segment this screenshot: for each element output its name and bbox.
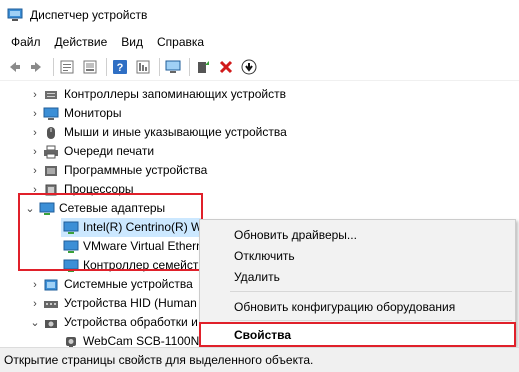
menu-bar: Файл Действие Вид Справка: [0, 31, 519, 53]
imaging-device-icon: [45, 319, 57, 328]
menu-separator: [230, 320, 512, 321]
back-arrow-icon[interactable]: [4, 57, 24, 77]
chevron-right-icon[interactable]: ›: [29, 104, 41, 123]
toolbar-separator: [53, 57, 54, 76]
tree-item-label: Очереди печати: [64, 144, 155, 158]
chevron-right-icon[interactable]: ›: [29, 275, 41, 294]
device-view-icon[interactable]: [80, 57, 100, 77]
tree-item-imaging-devices[interactable]: ⌄ Устройства обработки и: [0, 313, 199, 332]
software-device-icon: [45, 165, 57, 176]
monitor-icon[interactable]: [163, 57, 183, 77]
menu-view[interactable]: Вид: [114, 32, 150, 52]
tree-item-label: Программные устройства: [64, 163, 208, 177]
highlight-frame-network-adapters: [18, 193, 203, 271]
tree-item-label: Системные устройства: [64, 277, 193, 291]
tree-item-mice[interactable]: › Мыши и иные указывающие устройства: [0, 123, 519, 142]
uninstall-icon[interactable]: [216, 57, 236, 77]
status-text: Открытие страницы свойств для выделенног…: [4, 353, 314, 367]
printer-icon: [44, 145, 58, 158]
tree-item-hid-devices[interactable]: › Устройства HID (Human: [0, 294, 199, 313]
mouse-icon: [47, 126, 55, 139]
chevron-right-icon[interactable]: ›: [29, 142, 41, 161]
help-icon[interactable]: ?: [110, 57, 130, 77]
tree-item-storage-controllers[interactable]: › Контроллеры запоминающих устройств: [0, 85, 519, 104]
tree-item-label: Устройства HID (Human: [64, 296, 197, 310]
storage-controller-icon: [45, 90, 57, 99]
menu-item-uninstall[interactable]: Удалить: [201, 266, 514, 288]
title-bar: Диспетчер устройств: [0, 0, 519, 31]
menu-action[interactable]: Действие: [48, 32, 115, 52]
chevron-right-icon[interactable]: ›: [29, 85, 41, 104]
resources-icon[interactable]: [133, 57, 153, 77]
chevron-down-icon[interactable]: ⌄: [29, 313, 41, 332]
device-manager-icon: [7, 8, 23, 21]
scan-hardware-icon[interactable]: [239, 57, 259, 77]
chevron-right-icon[interactable]: ›: [29, 161, 41, 180]
hid-device-icon: [44, 300, 58, 308]
highlight-frame-properties: [199, 322, 516, 347]
menu-item-update-drivers[interactable]: Обновить драйверы...: [201, 224, 514, 246]
chevron-right-icon[interactable]: ›: [29, 123, 41, 142]
window-title: Диспетчер устройств: [30, 8, 148, 22]
status-bar: Открытие страницы свойств для выделенног…: [0, 347, 519, 372]
system-device-icon: [44, 279, 58, 290]
menu-item-scan-hardware[interactable]: Обновить конфигурацию оборудования: [201, 296, 514, 318]
monitor-icon: [43, 107, 59, 120]
toolbar-separator: [106, 57, 107, 76]
menu-file[interactable]: Файл: [4, 32, 48, 52]
properties-icon[interactable]: [57, 57, 77, 77]
tree-item-software-devices[interactable]: › Программные устройства: [0, 161, 519, 180]
tree-item-label: Контроллеры запоминающих устройств: [64, 87, 286, 101]
tree-item-label: Устройства обработки и: [64, 315, 198, 329]
tree-item-print-queues[interactable]: › Очереди печати: [0, 142, 519, 161]
toolbar: ?: [0, 53, 519, 81]
tree-item-system-devices[interactable]: › Системные устройства: [0, 275, 200, 294]
toolbar-separator: [159, 57, 160, 76]
chevron-right-icon[interactable]: ›: [29, 294, 41, 313]
toolbar-separator: [189, 57, 190, 76]
svg-text:?: ?: [117, 62, 124, 74]
menu-item-disable[interactable]: Отключить: [201, 245, 514, 267]
tree-item-monitors[interactable]: › Мониторы: [0, 104, 519, 123]
forward-arrow-icon[interactable]: [27, 57, 47, 77]
tree-item-label: Мыши и иные указывающие устройства: [64, 125, 287, 139]
menu-separator: [230, 291, 512, 292]
menu-help[interactable]: Справка: [150, 32, 211, 52]
tree-item-label: Мониторы: [64, 106, 122, 120]
update-driver-icon[interactable]: [193, 57, 213, 77]
